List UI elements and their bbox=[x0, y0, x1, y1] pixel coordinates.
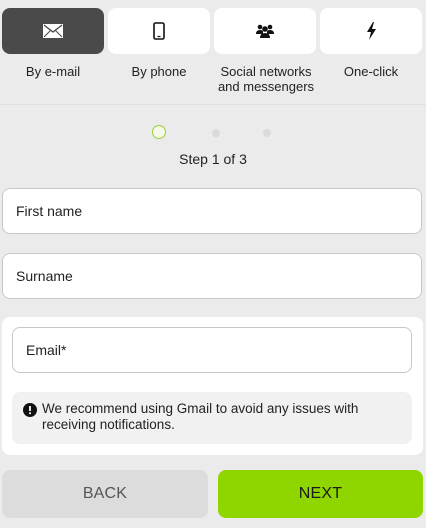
registration-method-tabs bbox=[0, 8, 426, 56]
envelope-icon bbox=[43, 24, 63, 38]
tab-label-social-networks: Social networks and messengers bbox=[217, 64, 315, 94]
step-dot bbox=[263, 129, 271, 137]
email-input[interactable]: Email* bbox=[12, 327, 412, 373]
step-indicator-text: Step 1 of 3 bbox=[179, 151, 247, 167]
email-card: Email* We recommend using Gmail to avoid… bbox=[2, 317, 423, 455]
notice-text: We recommend using Gmail to avoid any is… bbox=[42, 401, 359, 432]
tab-social-networks[interactable] bbox=[214, 8, 316, 54]
phone-icon bbox=[153, 22, 165, 40]
step-dot-active bbox=[152, 125, 166, 139]
step-dot bbox=[212, 129, 220, 137]
gmail-notice: We recommend using Gmail to avoid any is… bbox=[12, 392, 412, 444]
first-name-input[interactable]: First name bbox=[2, 188, 422, 234]
tab-label-by-email: By e-mail bbox=[25, 64, 81, 79]
divider bbox=[0, 104, 426, 105]
users-icon bbox=[256, 24, 274, 38]
exclamation-circle-icon bbox=[23, 403, 37, 417]
step-progress bbox=[0, 124, 426, 144]
tab-label-one-click: One-click bbox=[343, 64, 399, 79]
tab-one-click[interactable] bbox=[320, 8, 422, 54]
tab-by-email[interactable] bbox=[2, 8, 104, 54]
tab-label-by-phone: By phone bbox=[131, 64, 187, 79]
tab-by-phone[interactable] bbox=[108, 8, 210, 54]
next-button[interactable]: NEXT bbox=[218, 470, 423, 518]
lightning-icon bbox=[367, 22, 376, 40]
surname-input[interactable]: Surname bbox=[2, 253, 422, 299]
back-button[interactable]: BACK bbox=[2, 470, 208, 518]
